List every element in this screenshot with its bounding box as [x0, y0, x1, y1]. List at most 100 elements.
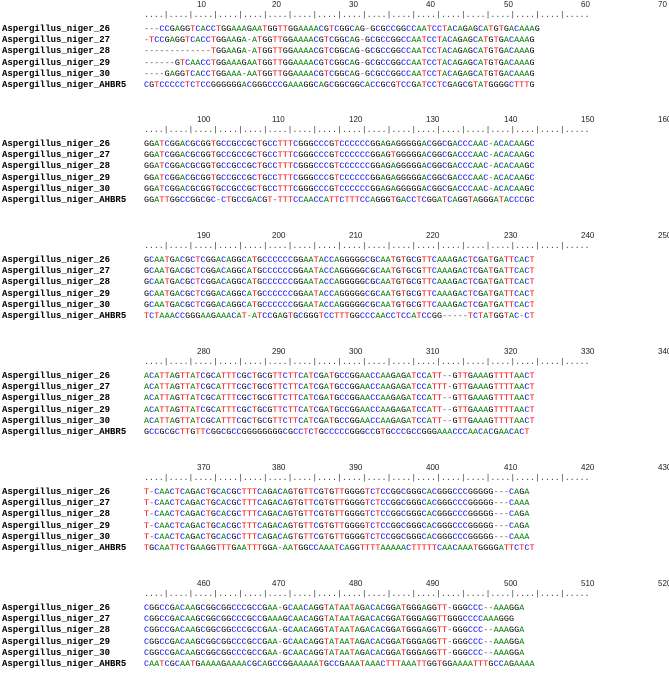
sequence-row[interactable]: Aspergillus_niger_26 T-CAACTCAGACTGCACGCT… — [0, 487, 669, 498]
sequence-name: Aspergillus_niger_29 — [2, 636, 111, 647]
sequence-row[interactable]: Aspergillus_niger_27 GCAATGACGCTCGGACAGGC… — [0, 266, 669, 277]
sequence-row[interactable]: Aspergillus_niger_29 GCAATGACGCTCGGACAGGC… — [0, 289, 669, 300]
position-number: 60 — [581, 0, 590, 9]
sequence-row[interactable]: Aspergillus_niger_26 GCAATGACGCTCGGACAGGC… — [0, 255, 669, 266]
sequence-row[interactable]: Aspergillus_niger_28 -------------TGGAAGA… — [0, 46, 669, 57]
position-number: 130 — [426, 115, 440, 124]
sequence-residues: CGGCCGACAAGCGGCGGCCCGCCGAAAGCAACAGGTATAA… — [144, 614, 515, 625]
sequence-row[interactable]: Aspergillus_niger_27 GGATCGGACGCGGTGCCGCC… — [0, 150, 669, 161]
position-number: 480 — [349, 579, 363, 588]
position-number: 510 — [581, 579, 595, 588]
sequence-residues: GCAATGACGCTCGGACAGGCATGCCCCCCGGAATACCAGG… — [144, 299, 535, 310]
sequence-residues: ACATTAGTTATCGCATTTCGCTGCGTTCTTCATCGATGCC… — [144, 415, 535, 426]
sequence-name: Aspergillus_niger_30 — [2, 183, 111, 194]
sequence-name: Aspergillus_niger_AHBR5 — [2, 195, 127, 205]
sequence-row[interactable]: Aspergillus_niger_AHBR5 TGCAATTCTGAAGGTTT… — [0, 543, 669, 554]
position-number: 40 — [426, 0, 435, 9]
alignment-view: 10 20 30 40 50 60 70 ....|....|....|....|....|.… — [0, 0, 669, 686]
sequence-residues: GGATCGGACGCGGTGCCGCCGCTGCCTTTCGGGCCCGTCC… — [144, 150, 535, 161]
sequence-row[interactable]: Aspergillus_niger_AHBR5 CAATCGCAATGAAAAGA… — [0, 659, 669, 670]
sequence-row[interactable]: Aspergillus_niger_27 -TCCGAGGTCACCTGGAAGA… — [0, 35, 669, 46]
sequence-name: Aspergillus_niger_30 — [2, 68, 111, 79]
position-number: 390 — [349, 463, 363, 472]
sequence-row[interactable]: Aspergillus_niger_26 ---CCGAGGTCACCTGGAAA… — [0, 24, 669, 35]
sequence-row[interactable]: Aspergillus_niger_26 CGGCCGACAAGCGGCGGCCC… — [0, 603, 669, 614]
position-ruler-ticks: ....|....|....|....|....|....|....|....|… — [144, 242, 590, 251]
sequence-row[interactable]: Aspergillus_niger_AHBR5 GCCGCGCTTGTTCGGCG… — [0, 427, 669, 438]
sequence-row[interactable]: Aspergillus_niger_30 ACATTAGTTATCGCATTTCG… — [0, 416, 669, 427]
alignment-block: 100 110 120 130 140 150 160 ....|....|....|....… — [0, 115, 669, 225]
sequence-residues: ------GTCAACCTGGAAAGAATGGTTGGAAAACGTCGGC… — [144, 57, 535, 68]
sequence-name: Aspergillus_niger_26 — [2, 487, 111, 497]
position-number: 70 — [658, 0, 667, 9]
sequence-name: Aspergillus_niger_AHBR5 — [2, 659, 127, 669]
sequence-residues: GCAATGACGCTCGGACAGGCATGCCCCCCGGAATACCAGG… — [144, 255, 535, 265]
sequence-row[interactable]: Aspergillus_niger_30 GCAATGACGCTCGGACAGGC… — [0, 300, 669, 311]
position-ruler-ticks: ....|....|....|....|....|....|....|....|… — [144, 126, 590, 135]
sequence-row[interactable]: Aspergillus_niger_29 ------GTCAACCTGGAAAG… — [0, 58, 669, 69]
sequence-row[interactable]: Aspergillus_niger_27 CGGCCGACAAGCGGCGGCCC… — [0, 614, 669, 625]
sequence-residues: GCAATGACGCTCGGACAGGCATGCCCCCCGGAATACCAGG… — [144, 266, 535, 277]
position-number: 520 — [658, 579, 669, 588]
sequence-row[interactable]: Aspergillus_niger_26 GGATCGGACGCGGTGCCGCC… — [0, 139, 669, 150]
sequence-row[interactable]: Aspergillus_niger_29 GGATCGGACGCGGTGCCGCC… — [0, 173, 669, 184]
sequence-residues: -------------TGGAAGA-ATGGTTGGAAAACGTCGGC… — [144, 46, 535, 57]
sequence-residues: CAATCGCAATGAAAAGAAAACGCAGCCGGAAAAATGCCGA… — [144, 659, 535, 669]
sequence-row[interactable]: Aspergillus_niger_27 ACATTAGTTATCGCATTTCG… — [0, 382, 669, 393]
sequence-row[interactable]: Aspergillus_niger_26 ACATTAGTTATCGCATTTCG… — [0, 371, 669, 382]
sequence-name: Aspergillus_niger_AHBR5 — [2, 80, 127, 90]
position-ruler-ticks: ....|....|....|....|....|....|....|....|… — [144, 474, 590, 483]
sequence-name: Aspergillus_niger_27 — [2, 266, 111, 277]
sequence-name: Aspergillus_niger_26 — [2, 139, 111, 149]
sequence-row[interactable]: Aspergillus_niger_28 GCAATGACGCTCGGACAGGC… — [0, 277, 669, 288]
position-number: 190 — [197, 231, 211, 240]
position-number: 410 — [504, 463, 518, 472]
sequence-row[interactable]: Aspergillus_niger_28 ACATTAGTTATCGCATTTCG… — [0, 393, 669, 404]
sequence-residues: GGATCGGACGCGGTGCCGCCGCTGCCTTTCGGGCCCGTCC… — [144, 139, 535, 149]
position-number: 140 — [504, 115, 518, 124]
alignment-block: 280 290 300 310 320 330 340 ....|....|....|....… — [0, 347, 669, 457]
position-number: 50 — [504, 0, 513, 9]
position-number: 210 — [349, 231, 363, 240]
sequence-name: Aspergillus_niger_27 — [2, 382, 111, 393]
sequence-row[interactable]: Aspergillus_niger_30 CGGCCGACAAGCGGCGGCCC… — [0, 648, 669, 659]
sequence-name: Aspergillus_niger_AHBR5 — [2, 427, 127, 437]
sequence-row[interactable]: Aspergillus_niger_29 ACATTAGTTATCGCATTTCG… — [0, 405, 669, 416]
position-number: 500 — [504, 579, 518, 588]
sequence-name: Aspergillus_niger_28 — [2, 46, 111, 57]
sequence-row[interactable]: Aspergillus_niger_AHBR5 GGATTGGCCGGCGC-CT… — [0, 195, 669, 206]
sequence-row[interactable]: Aspergillus_niger_28 CGGCCGACAAGCGGCGGCCC… — [0, 625, 669, 636]
sequence-name: Aspergillus_niger_27 — [2, 35, 111, 46]
position-number: 110 — [272, 115, 285, 124]
sequence-residues: TGCAATTCTGAAGGTTTGAATTTGGA-AATGGCCAAATCA… — [144, 543, 535, 553]
sequence-row[interactable]: Aspergillus_niger_28 GGATCGGACGCGGTGCCGCC… — [0, 161, 669, 172]
sequence-row[interactable]: Aspergillus_niger_AHBR5 TCTAAACCGGGAAGAAA… — [0, 311, 669, 322]
sequence-row[interactable]: Aspergillus_niger_29 T-CAACTCAGACTGCACGCT… — [0, 521, 669, 532]
position-number: 490 — [426, 579, 440, 588]
sequence-row[interactable]: Aspergillus_niger_29 CGGCCGACAAGCGGCGGCCC… — [0, 637, 669, 648]
sequence-name: Aspergillus_niger_30 — [2, 299, 111, 310]
sequence-residues: CGGCCGACAAGCGGCGGCCCGCCGAA-GCAACAGGTATAA… — [144, 636, 525, 647]
sequence-residues: T-CAACTCAGACTGCACGCTTTCAGACAGTGTTCGTGTTG… — [144, 487, 530, 497]
position-number: 420 — [581, 463, 595, 472]
sequence-name: Aspergillus_niger_26 — [2, 371, 111, 381]
position-number: 230 — [504, 231, 518, 240]
sequence-row[interactable]: Aspergillus_niger_28 T-CAACTCAGACTGCACGCT… — [0, 509, 669, 520]
sequence-name: Aspergillus_niger_AHBR5 — [2, 543, 127, 553]
sequence-row[interactable]: Aspergillus_niger_30 ----GAGGTCACCTGGAAA-… — [0, 69, 669, 80]
sequence-row[interactable]: Aspergillus_niger_AHBR5 CGTCCCCCTCTCCGGGG… — [0, 80, 669, 91]
sequence-residues: T-CAACTCAGACTGCACGCTTTCAGACAGTGTTCGTGTTG… — [144, 498, 530, 509]
sequence-residues: ----GAGGTCACCTGGAAA-AATGGTTGGAAAACGTCGGC… — [144, 68, 535, 79]
sequence-name: Aspergillus_niger_27 — [2, 498, 111, 509]
sequence-residues: CGGCCGACAAGCGGCGGCCCGCCGAA-GCAACAGGTATAA… — [144, 603, 525, 613]
sequence-row[interactable]: Aspergillus_niger_27 T-CAACTCAGACTGCACGCT… — [0, 498, 669, 509]
sequence-row[interactable]: Aspergillus_niger_30 T-CAACTCAGACTGCACGCT… — [0, 532, 669, 543]
sequence-row[interactable]: Aspergillus_niger_30 GGATCGGACGCGGTGCCGCC… — [0, 184, 669, 195]
sequence-residues: GGATCGGACGCGGTGCCGCCGCTGCCTTTCGGGCCCGTCC… — [144, 161, 535, 172]
sequence-name: Aspergillus_niger_29 — [2, 404, 111, 415]
sequence-name: Aspergillus_niger_27 — [2, 614, 111, 625]
position-number: 30 — [349, 0, 358, 9]
position-number: 100 — [197, 115, 211, 124]
position-number: 430 — [658, 463, 669, 472]
position-number: 340 — [658, 347, 669, 356]
